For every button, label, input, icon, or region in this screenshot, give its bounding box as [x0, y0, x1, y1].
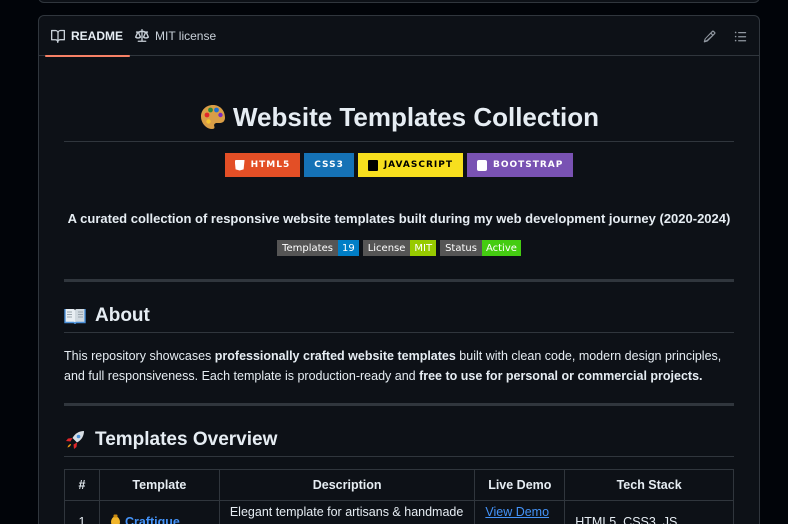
shield-templates-value: 19	[337, 240, 359, 256]
page-title: Website Templates Collection	[64, 102, 734, 142]
previous-panel-edge	[38, 0, 760, 3]
about-text-bold-1: professionally crafted website templates	[214, 349, 456, 363]
templates-table: # Template Description Live Demo Tech St…	[64, 469, 734, 524]
bootstrap-icon	[476, 159, 487, 171]
tab-readme[interactable]: README	[44, 16, 131, 57]
rocket-icon	[66, 430, 84, 449]
shield-status-value: Active	[481, 240, 521, 256]
divider	[64, 403, 734, 406]
html5-icon	[234, 159, 245, 171]
outline-button[interactable]	[732, 28, 748, 44]
template-description: Elegant template for artisans & handmade…	[218, 500, 476, 524]
shield-status-key: Status	[440, 240, 482, 256]
readme-panel: README MIT license Website Templates Col…	[38, 15, 760, 524]
overview-heading: Templates Overview	[64, 423, 734, 457]
javascript-icon	[367, 159, 378, 171]
craftique-emoji-icon	[110, 514, 121, 524]
template-name-cell: Craftique	[98, 500, 220, 524]
badge-html5-label: HTML5	[250, 160, 291, 170]
shield-license-key: License	[362, 240, 411, 256]
table-row: 1 Craftique Elegant template for artisan…	[64, 500, 734, 524]
palette-icon	[200, 105, 225, 129]
shield-license-value: MIT	[410, 240, 437, 256]
status-shields: Templates 19 License MIT Status Active	[64, 240, 734, 256]
open-book-icon	[64, 308, 86, 324]
live-demo-cell: View Demo →	[474, 500, 566, 524]
column-header-number: #	[64, 469, 100, 501]
about-text-1: This repository showcases	[64, 349, 215, 363]
tab-license[interactable]: MIT license	[135, 16, 216, 56]
readme-tab-bar: README MIT license	[39, 16, 759, 57]
pencil-icon	[703, 30, 715, 42]
tech-stack: HTML5, CSS3, JS	[564, 500, 734, 524]
badge-bootstrap[interactable]: BOOTSTRAP	[466, 153, 574, 177]
about-text-bold-2: free to use for personal or commercial p…	[419, 369, 703, 383]
shield-license[interactable]: License MIT	[362, 240, 437, 256]
badge-html5[interactable]: HTML5	[224, 153, 301, 177]
book-icon	[51, 29, 65, 43]
about-paragraph: This repository showcases professionally…	[64, 346, 734, 386]
shield-templates-key: Templates	[277, 240, 338, 256]
badge-css3[interactable]: CSS3	[304, 153, 354, 177]
column-header-description: Description	[218, 469, 476, 501]
tech-badges: HTML5 CSS3 JAVASCRIPT BOOTSTRAP	[64, 153, 734, 177]
tab-readme-label: README	[71, 29, 124, 43]
overview-heading-text: Templates Overview	[95, 428, 278, 450]
badge-bootstrap-label: BOOTSTRAP	[492, 160, 564, 170]
scale-icon	[135, 29, 149, 42]
badge-javascript-label: JAVASCRIPT	[383, 160, 453, 170]
about-heading: About	[64, 299, 734, 333]
column-header-live-demo: Live Demo	[474, 469, 566, 501]
shield-templates[interactable]: Templates 19	[277, 240, 359, 256]
badge-javascript[interactable]: JAVASCRIPT	[357, 153, 463, 177]
row-number: 1	[64, 500, 100, 524]
badge-css3-label: CSS3	[314, 160, 344, 170]
about-heading-text: About	[95, 304, 150, 326]
edit-file-button[interactable]	[701, 28, 717, 44]
divider	[64, 279, 734, 282]
column-header-template: Template	[98, 469, 220, 501]
tagline: A curated collection of responsive websi…	[67, 211, 731, 226]
shield-status[interactable]: Status Active	[440, 240, 521, 256]
table-header-row: # Template Description Live Demo Tech St…	[64, 469, 734, 501]
page-title-text: Website Templates Collection	[232, 102, 599, 132]
column-header-tech-stack: Tech Stack	[564, 469, 734, 501]
list-icon	[734, 31, 746, 41]
template-link-craftique[interactable]: Craftique	[125, 515, 180, 524]
tab-license-label: MIT license	[155, 29, 217, 43]
view-demo-link[interactable]: View Demo →	[485, 505, 549, 524]
